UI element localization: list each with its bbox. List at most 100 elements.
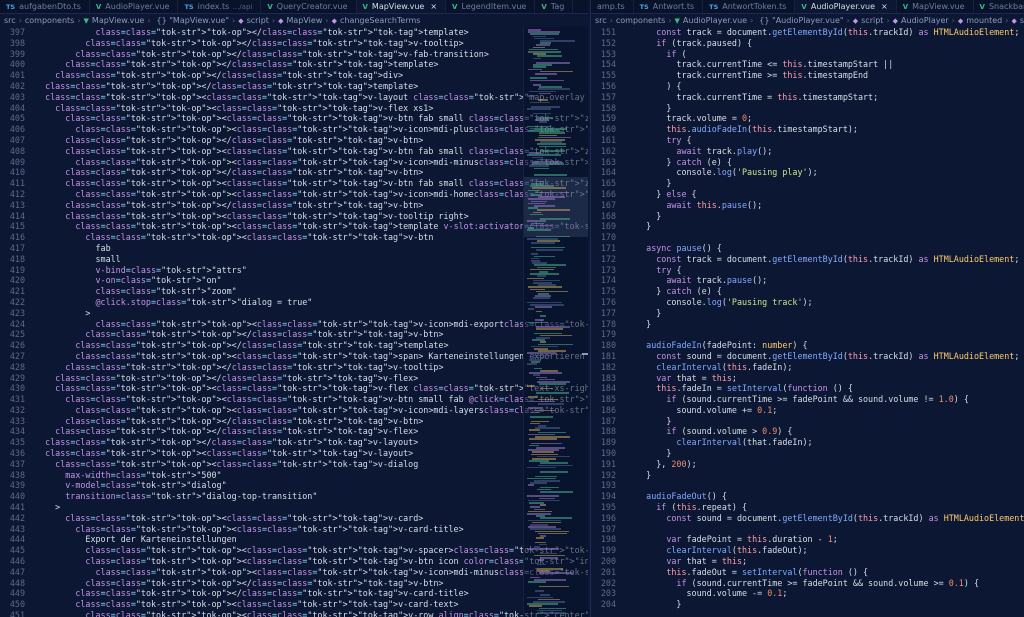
breadcrumb-item[interactable]: {} "MapView.vue" [157,16,229,25]
code-line[interactable]: 176 console.log('Pausing track'); [591,297,1024,308]
code-line[interactable]: 154 track.currentTime <= this.timestampS… [591,59,1024,70]
code-line[interactable]: 415 class=class="tok-str">"tok-op"><clas… [0,221,588,232]
code-line[interactable]: 196 const sound = document.getElementByI… [591,513,1024,524]
code-line[interactable]: 190 } [591,448,1024,459]
tab-aufgabendto-ts[interactable]: TS aufgabenDto.ts [0,0,90,13]
code-line[interactable]: 170 [591,232,1024,243]
code-line[interactable]: 423 > [0,308,588,319]
tab-antwort-ts[interactable]: TS Antwort.ts [634,0,704,13]
code-line[interactable]: 164 console.log('Pausing play'); [591,167,1024,178]
tab-amp-ts[interactable]: amp.ts [591,0,634,13]
code-line[interactable]: 193 [591,480,1024,491]
tab-snackbar-vue[interactable]: VSnackbar.vue [974,0,1024,13]
close-icon[interactable]: × [430,2,437,11]
tab-antworttoken-ts[interactable]: TS AntwortToken.ts [703,0,796,13]
code-line[interactable]: 188 if (sound.volume > 0.9) { [591,426,1024,437]
breadcrumb-item[interactable]: script [247,16,269,25]
code-line[interactable]: 177 } [591,308,1024,319]
code-line[interactable]: 157 track.currentTime = this.timestampSt… [591,92,1024,103]
tab-querycreator-vue[interactable]: V QueryCreator.vue [261,0,357,13]
tab-mapview-vue[interactable]: V MapView.vue × [356,0,447,13]
breadcrumb-item[interactable]: src [595,16,607,25]
code-line[interactable]: 400 class=class="tok-str">"tok-op"></cla… [0,59,588,70]
code-line[interactable]: 433 class=class="tok-str">"tok-op"></cla… [0,416,588,427]
code-line[interactable]: 181 const sound = document.getElementByI… [591,351,1024,362]
code-line[interactable]: 399 class=class="tok-str">"tok-op"></cla… [0,49,588,60]
code-line[interactable]: 398 class=class="tok-str">"tok-op"></cla… [0,38,588,49]
code-line[interactable]: 158 } [591,103,1024,114]
code-line[interactable]: 397 class=class="tok-str">"tok-op"></cla… [0,27,588,38]
code-line[interactable]: 159 track.volume = 0; [591,113,1024,124]
code-line[interactable]: 200 var that = this; [591,556,1024,567]
tab-audioplayer-vue[interactable]: V AudioPlayer.vue × [795,0,897,13]
code-line[interactable]: 151 const track = document.getElementByI… [591,27,1024,38]
code-line[interactable]: 440 transition=class="tok-str">"dialog-t… [0,491,588,502]
code-line[interactable]: 449 class=class="tok-str">"tok-op"></cla… [0,588,588,599]
code-line[interactable]: 202 if (sound.currentTime >= fadePoint &… [591,578,1024,589]
code-line[interactable]: 451 class=class="tok-str">"tok-op"><clas… [0,610,588,617]
code-line[interactable]: 410 class=class="tok-str">"tok-op"></cla… [0,167,588,178]
breadcrumb-item[interactable]: changeSearchTerms [340,16,420,25]
code-line[interactable]: 437 class=class="tok-str">"tok-op"><clas… [0,459,588,470]
code-line[interactable]: 429 class=class="tok-str">"tok-op"></cla… [0,373,588,384]
code-line[interactable]: 447 class=class="tok-str">"tok-op"><clas… [0,567,588,578]
code-line[interactable]: 446 class=class="tok-str">"tok-op"><clas… [0,556,588,567]
code-line[interactable]: 438 max-width=class="tok-str">"500" [0,470,588,481]
code-line[interactable]: 197 [591,524,1024,535]
code-line[interactable]: 189 clearInterval(that.fadeIn); [591,437,1024,448]
code-line[interactable]: 444 Export der Karteneinstellungen [0,534,588,545]
code-line[interactable]: 417 fab [0,243,588,254]
code-line[interactable]: 445 class=class="tok-str">"tok-op"><clas… [0,545,588,556]
code-line[interactable]: 403 class=class="tok-str">"tok-op"><clas… [0,92,588,103]
code-line[interactable]: 191 }, 200); [591,459,1024,470]
code-line[interactable]: 155 track.currentTime >= this.timestampE… [591,70,1024,81]
breadcrumb-item[interactable]: src [4,16,16,25]
code-line[interactable]: 430 class=class="tok-str">"tok-op"><clas… [0,383,588,394]
code-line[interactable]: 172 const track = document.getElementByI… [591,254,1024,265]
code-line[interactable]: 186 sound.volume += 0.1; [591,405,1024,416]
code-line[interactable]: 171 async pause() { [591,243,1024,254]
tab-legenditem-vue[interactable]: V LegendItem.vue [446,0,536,13]
code-line[interactable]: 192 } [591,470,1024,481]
code-line[interactable]: 422 @click.stop=class="tok-str">"dialog … [0,297,588,308]
code-line[interactable]: 435 class=class="tok-str">"tok-op"></cla… [0,437,588,448]
right-code-area[interactable]: 151 const track = document.getElementByI… [591,27,1024,617]
tab-audioplayer-vue[interactable]: V AudioPlayer.vue [90,0,179,13]
code-line[interactable]: 424 class=class="tok-str">"tok-op"><clas… [0,319,588,330]
code-line[interactable]: 434 class=class="tok-str">"tok-op"></cla… [0,426,588,437]
code-line[interactable]: 152 if (track.paused) { [591,38,1024,49]
breadcrumb-item[interactable]: MapView [287,16,323,25]
left-code-area[interactable]: 397 class=class="tok-str">"tok-op"></cla… [0,27,588,617]
breadcrumb-item[interactable]: components [616,16,665,25]
code-line[interactable]: 195 if (this.repeat) { [591,502,1024,513]
code-line[interactable]: 199 clearInterval(this.fadeOut); [591,545,1024,556]
code-line[interactable]: 439 v-model=class="tok-str">"dialog" [0,480,588,491]
code-line[interactable]: 161 try { [591,135,1024,146]
code-line[interactable]: 408 class=class="tok-str">"tok-op"><clas… [0,146,588,157]
code-line[interactable]: 198 var fadePoint = this.duration - 1; [591,534,1024,545]
code-line[interactable]: 165 } [591,178,1024,189]
tab-index-ts[interactable]: TS index.ts …/api [178,0,262,13]
code-line[interactable]: 409 class=class="tok-str">"tok-op"><clas… [0,157,588,168]
code-line[interactable]: 450 class=class="tok-str">"tok-op"><clas… [0,599,588,610]
code-line[interactable]: 166 } else { [591,189,1024,200]
tab-mapview-vue[interactable]: V MapView.vue [897,0,974,13]
code-line[interactable]: 421 class=class="tok-str">"zoom" [0,286,588,297]
code-line[interactable]: 405 class=class="tok-str">"tok-op"><clas… [0,113,588,124]
code-line[interactable]: 167 await this.pause(); [591,200,1024,211]
code-line[interactable]: 168 } [591,211,1024,222]
close-icon[interactable]: × [881,2,888,11]
code-line[interactable]: 431 class=class="tok-str">"tok-op"><clas… [0,394,588,405]
code-line[interactable]: 153 if ( [591,49,1024,60]
left-minimap[interactable] [523,27,588,617]
breadcrumb-item[interactable]: MapView.vue [92,16,144,25]
code-line[interactable]: 427 class=class="tok-str">"tok-op"><clas… [0,351,588,362]
code-line[interactable]: 162 await track.play(); [591,146,1024,157]
code-line[interactable]: 194 audioFadeOut() { [591,491,1024,502]
code-line[interactable]: 418 small [0,254,588,265]
code-line[interactable]: 428 class=class="tok-str">"tok-op"></cla… [0,362,588,373]
breadcrumb-item[interactable]: AudioPlayer [901,16,949,25]
breadcrumb-item[interactable]: mounted [966,16,1002,25]
code-line[interactable]: 160 this.audioFadeIn(this.timestampStart… [591,124,1024,135]
code-line[interactable]: 420 v-on=class="tok-str">"on" [0,275,588,286]
